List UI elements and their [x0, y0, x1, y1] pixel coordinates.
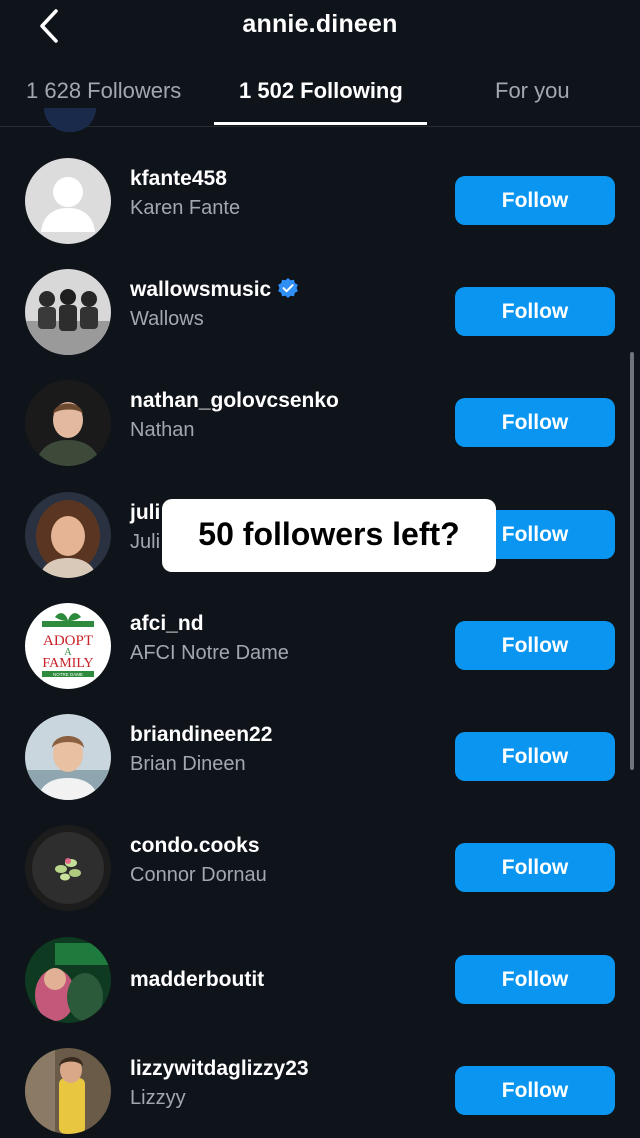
- full-name: Nathan: [130, 419, 195, 441]
- following-list-screen: annie.dineen 1 628 Followers 1 502 Follo…: [0, 0, 640, 1138]
- logo-text-family: FAMILY: [42, 656, 93, 671]
- food-plate-avatar: [25, 825, 111, 911]
- list-item[interactable]: briandineen22 Brian Dineen Follow: [0, 707, 640, 807]
- full-name: Brian Dineen: [130, 753, 246, 775]
- follow-button[interactable]: Follow: [455, 843, 615, 892]
- header-bar: annie.dineen: [0, 0, 640, 52]
- follow-button[interactable]: Follow: [455, 176, 615, 225]
- list-item[interactable]: lizzywitdaglizzy23 Lizzyy Follow: [0, 1041, 640, 1138]
- avatar[interactable]: ADOPT A FAMILY NOTRE DAME: [25, 603, 111, 689]
- avatar[interactable]: [25, 937, 111, 1023]
- follow-button[interactable]: Follow: [455, 287, 615, 336]
- adopt-a-family-logo: ADOPT A FAMILY NOTRE DAME: [25, 603, 111, 689]
- party-photo-avatar: [25, 937, 111, 1023]
- portrait-avatar: [25, 1048, 111, 1134]
- username[interactable]: afci_nd: [130, 612, 204, 636]
- tab-bar: 1 628 Followers 1 502 Following For you: [0, 64, 640, 127]
- avatar[interactable]: [25, 158, 111, 244]
- list-item[interactable]: condo.cooks Connor Dornau Follow: [0, 818, 640, 918]
- logo-text-notre-dame: NOTRE DAME: [53, 672, 83, 677]
- avatar[interactable]: [25, 492, 111, 578]
- portrait-avatar: [25, 714, 111, 800]
- caption-text: 50 followers left?: [198, 516, 460, 552]
- band-photo-avatar: [25, 269, 111, 355]
- avatar[interactable]: [25, 714, 111, 800]
- follow-button[interactable]: Follow: [455, 621, 615, 670]
- list-item[interactable]: ADOPT A FAMILY NOTRE DAME afci_nd AFCI N…: [0, 596, 640, 696]
- list-item[interactable]: kfante458 Karen Fante Follow: [0, 151, 640, 251]
- follow-button[interactable]: Follow: [455, 1066, 615, 1115]
- list-item[interactable]: madderboutit Follow: [0, 930, 640, 1030]
- avatar[interactable]: [25, 825, 111, 911]
- full-name: Wallows: [130, 308, 204, 330]
- full-name: Karen Fante: [130, 197, 241, 219]
- tab-followers[interactable]: 1 628 Followers: [26, 78, 181, 104]
- partial-avatar: [44, 108, 96, 132]
- full-name: Lizzyy: [130, 1087, 186, 1109]
- tab-following[interactable]: 1 502 Following: [239, 78, 403, 104]
- portrait-avatar: [25, 380, 111, 466]
- verified-badge-icon: [278, 278, 299, 299]
- username[interactable]: wallowsmusic: [130, 278, 299, 302]
- follow-button[interactable]: Follow: [455, 955, 615, 1004]
- username[interactable]: briandineen22: [130, 723, 272, 747]
- username[interactable]: nathan_golovcsenko: [130, 389, 339, 413]
- caption-overlay: 50 followers left?: [162, 499, 496, 572]
- username[interactable]: juli: [130, 501, 160, 525]
- list-item[interactable]: nathan_golovcsenko Nathan Follow: [0, 373, 640, 473]
- active-tab-indicator: [214, 122, 427, 125]
- username-text: wallowsmusic: [130, 278, 272, 301]
- username[interactable]: madderboutit: [130, 968, 264, 992]
- username[interactable]: condo.cooks: [130, 834, 260, 858]
- follow-button[interactable]: Follow: [455, 398, 615, 447]
- tab-for-you[interactable]: For you: [495, 78, 570, 104]
- avatar[interactable]: [25, 380, 111, 466]
- full-name: AFCI Notre Dame: [130, 642, 289, 664]
- page-title: annie.dineen: [242, 10, 398, 38]
- follow-button[interactable]: Follow: [455, 732, 615, 781]
- username[interactable]: kfante458: [130, 167, 227, 191]
- avatar[interactable]: [25, 1048, 111, 1134]
- list-item[interactable]: wallowsmusic Wallows Follow: [0, 262, 640, 362]
- username[interactable]: lizzywitdaglizzy23: [130, 1057, 309, 1081]
- default-avatar-icon: [25, 158, 111, 244]
- full-name: Connor Dornau: [130, 864, 267, 886]
- full-name: Juli: [130, 531, 161, 553]
- portrait-avatar: [25, 492, 111, 578]
- scrollbar[interactable]: [630, 352, 634, 770]
- avatar[interactable]: [25, 269, 111, 355]
